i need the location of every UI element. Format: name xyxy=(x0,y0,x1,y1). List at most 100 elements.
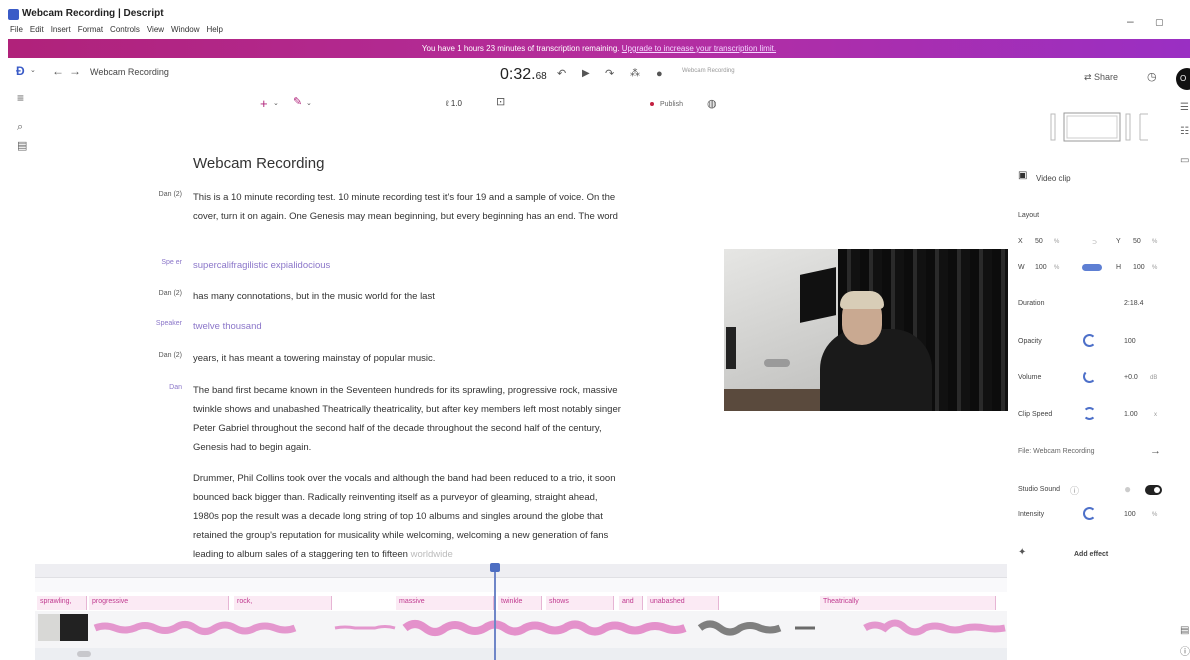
globe-icon[interactable]: ◍ xyxy=(707,99,717,110)
mic-icon[interactable]: ● xyxy=(656,69,663,80)
share-button[interactable]: ⇄ Share xyxy=(1084,72,1118,83)
timeline[interactable]: sprawling, progressive rock, massive twi… xyxy=(35,564,1007,660)
intensity-knob[interactable] xyxy=(1083,507,1096,520)
properties-tab-icon[interactable]: ☰ xyxy=(1180,103,1189,113)
file-label[interactable]: File: Webcam Recording xyxy=(1018,448,1095,455)
speaker-label[interactable]: Spe er xyxy=(150,256,182,266)
timeline-scroll-thumb[interactable] xyxy=(77,651,91,657)
paragraph[interactable]: Dan The band first became known in the S… xyxy=(150,381,640,457)
link-wh-toggle[interactable] xyxy=(1082,264,1102,271)
help-icon[interactable]: ⓘ xyxy=(1070,484,1079,497)
chevron-down-icon[interactable]: ⌄ xyxy=(273,100,279,107)
webcam-clip-thumbnail[interactable] xyxy=(38,614,88,641)
publish-button[interactable]: Publish xyxy=(650,101,683,108)
clip-speed-knob[interactable] xyxy=(1083,407,1096,420)
captions-tab-icon[interactable]: ▤ xyxy=(1180,626,1189,636)
layout-thumbnails[interactable] xyxy=(1050,110,1150,144)
back-arrow-icon[interactable]: ← xyxy=(52,65,64,77)
zoom-level[interactable]: ℓ 1.0 xyxy=(446,99,462,108)
timeline-word[interactable]: twinkle xyxy=(498,596,542,610)
menu-help[interactable]: Help xyxy=(207,25,223,34)
speaker-label[interactable]: Dan xyxy=(150,381,182,391)
paragraph-text[interactable]: The band first became known in the Seven… xyxy=(193,381,633,457)
speaker-label[interactable]: Speaker xyxy=(150,317,182,327)
paragraph-text[interactable]: Drummer, Phil Collins took over the voca… xyxy=(193,469,623,564)
opacity-field[interactable]: 100 xyxy=(1124,338,1136,345)
document-title[interactable]: Webcam Recording xyxy=(193,155,324,172)
timeline-word[interactable]: progressive xyxy=(89,596,229,610)
paragraph-text[interactable]: twelve thousand xyxy=(193,317,640,336)
paragraph[interactable]: Dan (2) This is a 10 minute recording te… xyxy=(150,188,640,226)
menu-format[interactable]: Format xyxy=(78,25,103,34)
duration-field[interactable]: 2:18.4 xyxy=(1124,300,1143,307)
y-field[interactable]: 50 xyxy=(1133,238,1141,245)
search-icon[interactable]: ⌕ xyxy=(17,122,23,133)
timeline-scrollbar[interactable] xyxy=(35,648,1007,660)
paragraph-text[interactable]: This is a 10 minute recording test. 10 m… xyxy=(193,188,633,226)
opacity-knob[interactable] xyxy=(1083,334,1096,347)
timeline-word[interactable]: rock, xyxy=(234,596,332,610)
menu-controls[interactable]: Controls xyxy=(110,25,140,34)
paragraph[interactable]: Spe er supercalifragilistic expialidocio… xyxy=(150,256,640,275)
brush-icon[interactable]: ✎ xyxy=(293,97,302,108)
forward-arrow-icon[interactable]: → xyxy=(69,65,81,77)
timeline-word[interactable]: Theatrically xyxy=(820,596,996,610)
volume-knob[interactable] xyxy=(1083,370,1096,383)
paragraph[interactable]: Dan (2) has many connotations, but in th… xyxy=(150,287,640,306)
menu-edit[interactable]: Edit xyxy=(30,25,44,34)
video-preview[interactable] xyxy=(724,249,1008,411)
scene-icon[interactable]: ⁂ xyxy=(630,69,640,79)
layers-tab-icon[interactable]: ☷ xyxy=(1180,127,1189,137)
timeline-word[interactable]: sprawling, xyxy=(37,596,87,610)
timeline-ruler[interactable] xyxy=(35,564,1007,578)
paragraph-text[interactable]: years, it has meant a towering mainstay … xyxy=(193,349,640,368)
x-field[interactable]: 50 xyxy=(1035,238,1043,245)
minimize-button[interactable]: – xyxy=(1127,14,1134,28)
w-field[interactable]: 100 xyxy=(1035,264,1047,271)
paragraph-text[interactable]: has many connotations, but in the music … xyxy=(193,287,640,306)
menu-insert[interactable]: Insert xyxy=(51,25,71,34)
add-icon[interactable]: + xyxy=(260,97,268,110)
paragraph[interactable]: Speaker twelve thousand xyxy=(150,317,640,336)
timeline-word[interactable]: massive xyxy=(396,596,494,610)
word-track[interactable]: sprawling, progressive rock, massive twi… xyxy=(35,592,1007,611)
comment-icon[interactable]: ⊡ xyxy=(496,97,505,108)
skip-forward-icon[interactable]: ↷ xyxy=(605,69,614,80)
chevron-down-icon[interactable]: ⌄ xyxy=(306,100,312,107)
library-icon[interactable]: ▤ xyxy=(17,141,27,152)
playhead-handle[interactable] xyxy=(490,563,500,572)
speaker-label[interactable]: Dan (2) xyxy=(150,287,182,297)
h-field[interactable]: 100 xyxy=(1133,264,1145,271)
menu-file[interactable]: File xyxy=(10,25,23,34)
playhead[interactable] xyxy=(494,564,496,660)
skip-back-icon[interactable]: ↶ xyxy=(557,69,566,80)
menu-window[interactable]: Window xyxy=(171,25,199,34)
help-icon[interactable]: ⓘ xyxy=(1180,648,1190,658)
chevron-down-icon[interactable]: ⌄ xyxy=(30,67,36,74)
paragraph-text[interactable]: supercalifragilistic expialidocious xyxy=(193,256,640,275)
intensity-field[interactable]: 100 xyxy=(1124,511,1136,518)
speaker-label[interactable]: Dan (2) xyxy=(150,188,182,198)
scene-track[interactable] xyxy=(35,578,1007,592)
timeline-word[interactable]: and xyxy=(619,596,643,610)
menu-view[interactable]: View xyxy=(147,25,164,34)
audio-waveform[interactable] xyxy=(35,612,1007,644)
add-effect-button[interactable]: Add effect xyxy=(1074,551,1108,558)
volume-field[interactable]: +0.0 xyxy=(1124,374,1138,381)
paragraph[interactable]: Dan (2) years, it has meant a towering m… xyxy=(150,349,640,368)
project-name[interactable]: Webcam Recording xyxy=(90,67,169,77)
play-icon[interactable]: ▶ xyxy=(582,69,590,79)
maximize-button[interactable]: ▢ xyxy=(1155,17,1164,28)
link-xy-icon[interactable]: ⊃ xyxy=(1092,239,1097,246)
clip-speed-field[interactable]: 1.00 xyxy=(1124,411,1138,418)
speaker-label[interactable]: Dan (2) xyxy=(150,349,182,359)
studio-sound-toggle[interactable] xyxy=(1145,485,1162,495)
chevron-right-icon[interactable]: → xyxy=(1150,446,1161,457)
paragraph[interactable]: Drummer, Phil Collins took over the voca… xyxy=(150,469,640,564)
timeline-word[interactable]: unabashed xyxy=(647,596,719,610)
upgrade-link[interactable]: Upgrade to increase your transcription l… xyxy=(622,44,776,53)
history-icon[interactable]: ◷ xyxy=(1147,72,1157,83)
timeline-word[interactable]: shows xyxy=(546,596,614,610)
descript-logo-icon[interactable]: Ð xyxy=(16,65,25,77)
avatar[interactable]: O xyxy=(1176,68,1190,90)
